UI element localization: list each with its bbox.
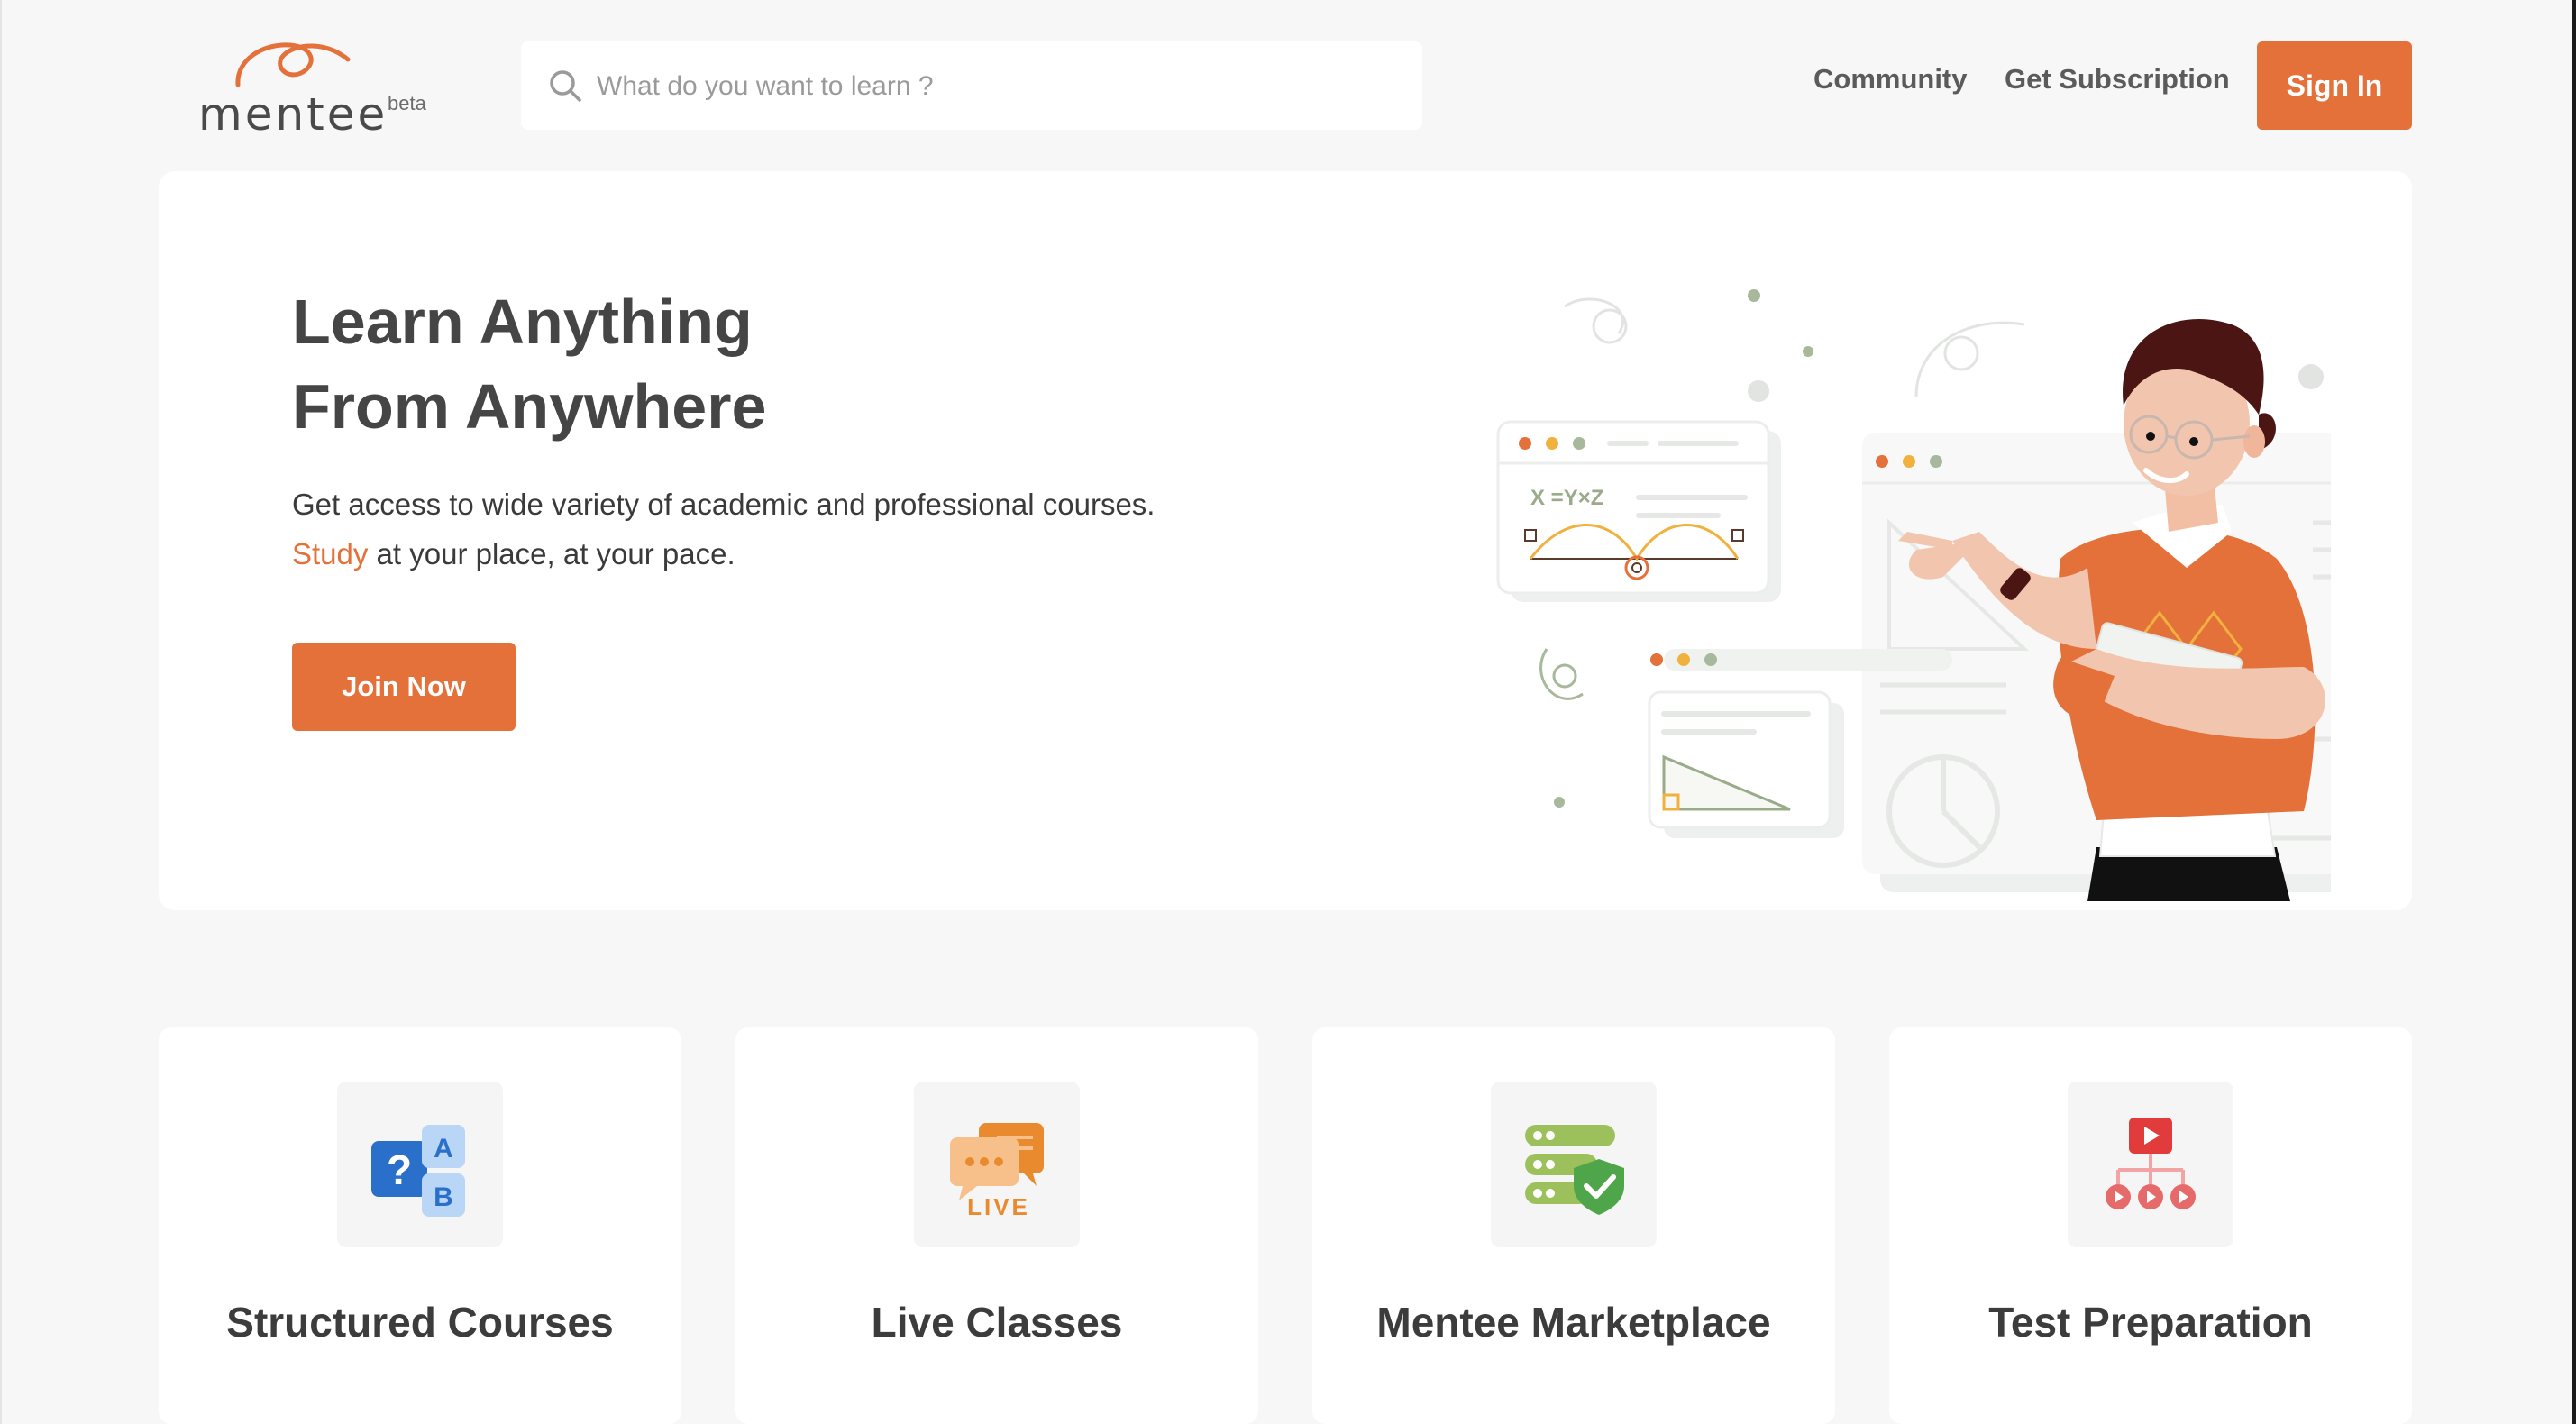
hero-title-line-2: From Anywhere <box>292 371 767 442</box>
logo-beta-badge: beta <box>388 92 426 114</box>
feature-card-mentee-marketplace[interactable]: Mentee Marketplace <box>1312 1027 1835 1424</box>
live-chat-icon: LIVE <box>950 1123 1044 1219</box>
hero-description-highlight: Study <box>292 537 369 571</box>
svg-text:?: ? <box>387 1146 412 1193</box>
feature-title: Live Classes <box>871 1299 1123 1346</box>
feature-icon-box: LIVE <box>914 1082 1080 1247</box>
nav-get-subscription-link[interactable]: Get Subscription <box>2005 63 2230 96</box>
feature-card-structured-courses[interactable]: ? A B Structured Courses <box>159 1027 681 1424</box>
svg-text:LIVE: LIVE <box>967 1193 1030 1219</box>
search-bar[interactable] <box>521 41 1422 132</box>
quiz-ab-icon: ? A B <box>371 1125 465 1217</box>
site-header: mentee beta Community Get Subscription S… <box>0 0 2576 171</box>
feature-title: Structured Courses <box>226 1299 614 1346</box>
window-left-edge <box>0 0 2 1424</box>
logo-wordmark: mentee <box>198 88 388 141</box>
mentee-logo[interactable]: mentee beta <box>198 32 433 141</box>
search-input[interactable] <box>595 41 1392 132</box>
window-right-edge <box>2572 0 2576 1424</box>
nav-community-link[interactable]: Community <box>1813 63 1968 96</box>
hero-description-line-2: at your place, at your pace. <box>368 537 735 571</box>
svg-text:A: A <box>434 1134 453 1164</box>
feature-title: Mentee Marketplace <box>1376 1299 1771 1346</box>
hero-title-line-1: Learn Anything <box>292 287 753 357</box>
join-now-button[interactable]: Join Now <box>292 643 516 731</box>
hero-description: Get access to wide variety of academic a… <box>292 479 1283 579</box>
equation-text: X =Y×Z <box>1530 486 1603 510</box>
sign-in-button[interactable]: Sign In <box>2257 41 2412 130</box>
feature-icon-box <box>1491 1082 1657 1247</box>
feature-title: Test Preparation <box>1988 1299 2313 1346</box>
svg-text:B: B <box>434 1182 453 1212</box>
hero-title: Learn Anything From Anywhere <box>292 279 766 449</box>
hero-illustration: X =Y×Z <box>1496 289 2331 901</box>
feature-card-test-preparation[interactable]: Test Preparation <box>1889 1027 2412 1424</box>
feature-icon-box <box>2068 1082 2233 1247</box>
hero-section: Learn Anything From Anywhere Get access … <box>159 171 2412 910</box>
feature-card-live-classes[interactable]: LIVE Live Classes <box>735 1027 1258 1424</box>
feature-icon-box: ? A B <box>337 1082 503 1247</box>
video-playlist-icon <box>2106 1118 2196 1209</box>
secure-server-icon <box>1525 1125 1624 1215</box>
search-icon <box>550 70 581 102</box>
hero-description-line-1: Get access to wide variety of academic a… <box>292 488 1156 521</box>
